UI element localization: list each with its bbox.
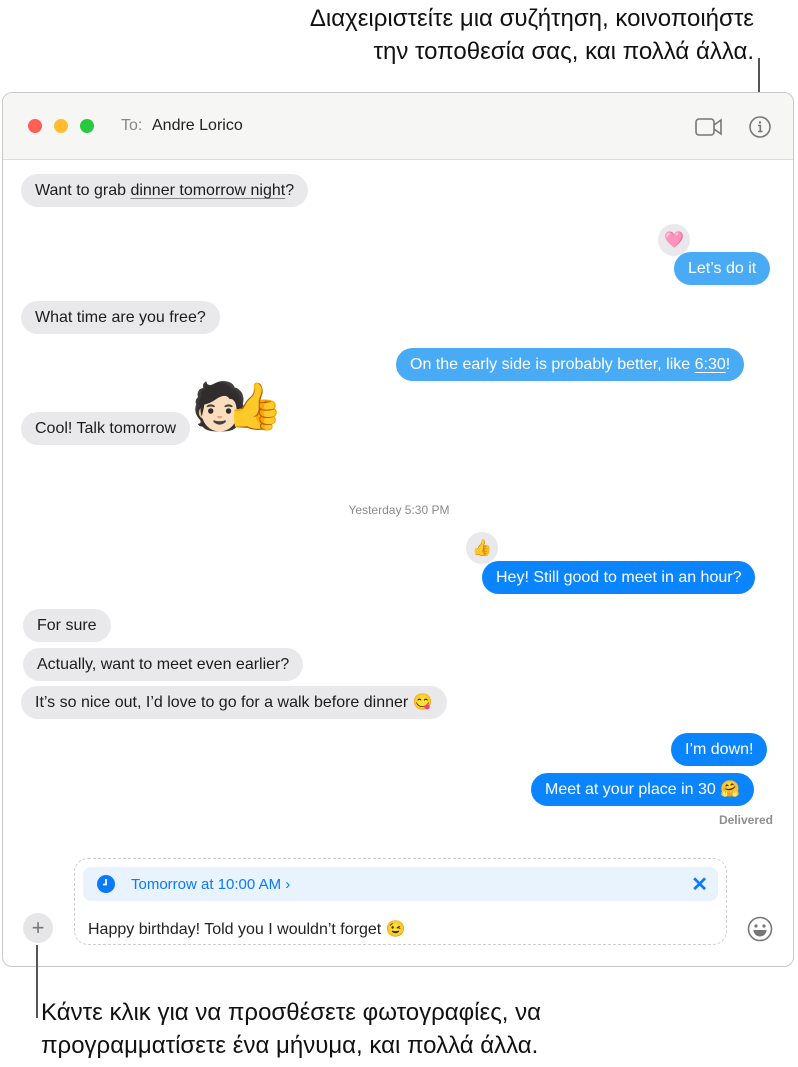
heart-icon: 🩷 bbox=[664, 232, 684, 249]
delivery-status: Delivered bbox=[718, 813, 773, 827]
received-message[interactable]: Want to grab dinner tomorrow night? bbox=[21, 174, 309, 207]
thumbs-up-icon: 👍 bbox=[472, 540, 492, 557]
message-text: ! bbox=[725, 356, 731, 373]
sent-message[interactable]: Meet at your place in 30 🤗 bbox=[531, 773, 755, 806]
recipient-field[interactable]: Andre Lorico bbox=[152, 117, 243, 135]
detected-time-link[interactable]: 6:30 bbox=[695, 356, 726, 373]
received-message[interactable]: Cool! Talk tomorrow bbox=[21, 412, 191, 445]
zoom-button[interactable] bbox=[80, 119, 94, 133]
plus-button[interactable]: + bbox=[23, 913, 53, 943]
video-call-icon[interactable] bbox=[695, 117, 723, 137]
minimize-button[interactable] bbox=[54, 119, 68, 133]
received-message[interactable]: What time are you free? bbox=[21, 301, 220, 334]
messages-window: To: Andre Lorico Want to grab dinner tom… bbox=[2, 92, 794, 967]
schedule-time-button[interactable]: Tomorrow at 10:00 AM › bbox=[131, 876, 290, 893]
cancel-schedule-icon[interactable]: ✕ bbox=[691, 872, 708, 897]
memoji-sticker: 🧑🏻👍 bbox=[191, 378, 283, 434]
bottom-callout: Κάντε κλικ για να προσθέσετε φωτογραφίες… bbox=[41, 996, 541, 1062]
sent-message[interactable]: Hey! Still good to meet in an hour? bbox=[482, 561, 756, 594]
emoji-picker-icon[interactable] bbox=[747, 916, 773, 942]
memoji-icon: 🧑🏻👍 bbox=[191, 380, 283, 432]
callout-leader-line bbox=[36, 945, 38, 1018]
title-bar: To: Andre Lorico bbox=[3, 93, 793, 160]
top-callout: Διαχειριστείτε μια συζήτηση, κοινοποιήστ… bbox=[310, 2, 754, 68]
received-message[interactable]: Actually, want to meet even earlier? bbox=[23, 648, 304, 681]
compose-field[interactable]: Tomorrow at 10:00 AM › ✕ Happy birthday!… bbox=[74, 858, 727, 945]
callout-line: Κάντε κλικ για να προσθέσετε φωτογραφίες… bbox=[41, 999, 541, 1026]
sent-message[interactable]: On the early side is probably better, li… bbox=[396, 348, 745, 381]
clock-icon bbox=[97, 875, 115, 893]
message-text: Want to grab bbox=[35, 182, 131, 199]
info-icon[interactable] bbox=[748, 115, 772, 139]
sent-message[interactable]: I’m down! bbox=[671, 733, 768, 766]
detected-date-link[interactable]: dinner tomorrow night bbox=[130, 182, 285, 199]
callout-line: προγραμματίσετε ένα μήνυμα, και πολλά άλ… bbox=[41, 1032, 539, 1059]
message-text: On the early side is probably better, li… bbox=[410, 356, 695, 373]
timestamp: Yesterday 5:30 PM bbox=[348, 503, 450, 517]
message-text: ? bbox=[285, 182, 295, 199]
received-message[interactable]: For sure bbox=[23, 609, 111, 642]
callout-line: Διαχειριστείτε μια συζήτηση, κοινοποιήστ… bbox=[309, 5, 754, 32]
sent-message[interactable]: Let’s do it bbox=[674, 252, 771, 285]
message-input[interactable]: Happy birthday! Told you I wouldn’t forg… bbox=[88, 919, 406, 939]
scheduled-send-bar[interactable]: Tomorrow at 10:00 AM › ✕ bbox=[83, 867, 718, 901]
close-button[interactable] bbox=[28, 119, 42, 133]
callout-line: την τοποθεσία σας, και πολλά άλλα. bbox=[373, 38, 754, 65]
to-label: To: bbox=[121, 117, 143, 134]
received-message[interactable]: It’s so nice out, I’d love to go for a w… bbox=[21, 686, 447, 719]
